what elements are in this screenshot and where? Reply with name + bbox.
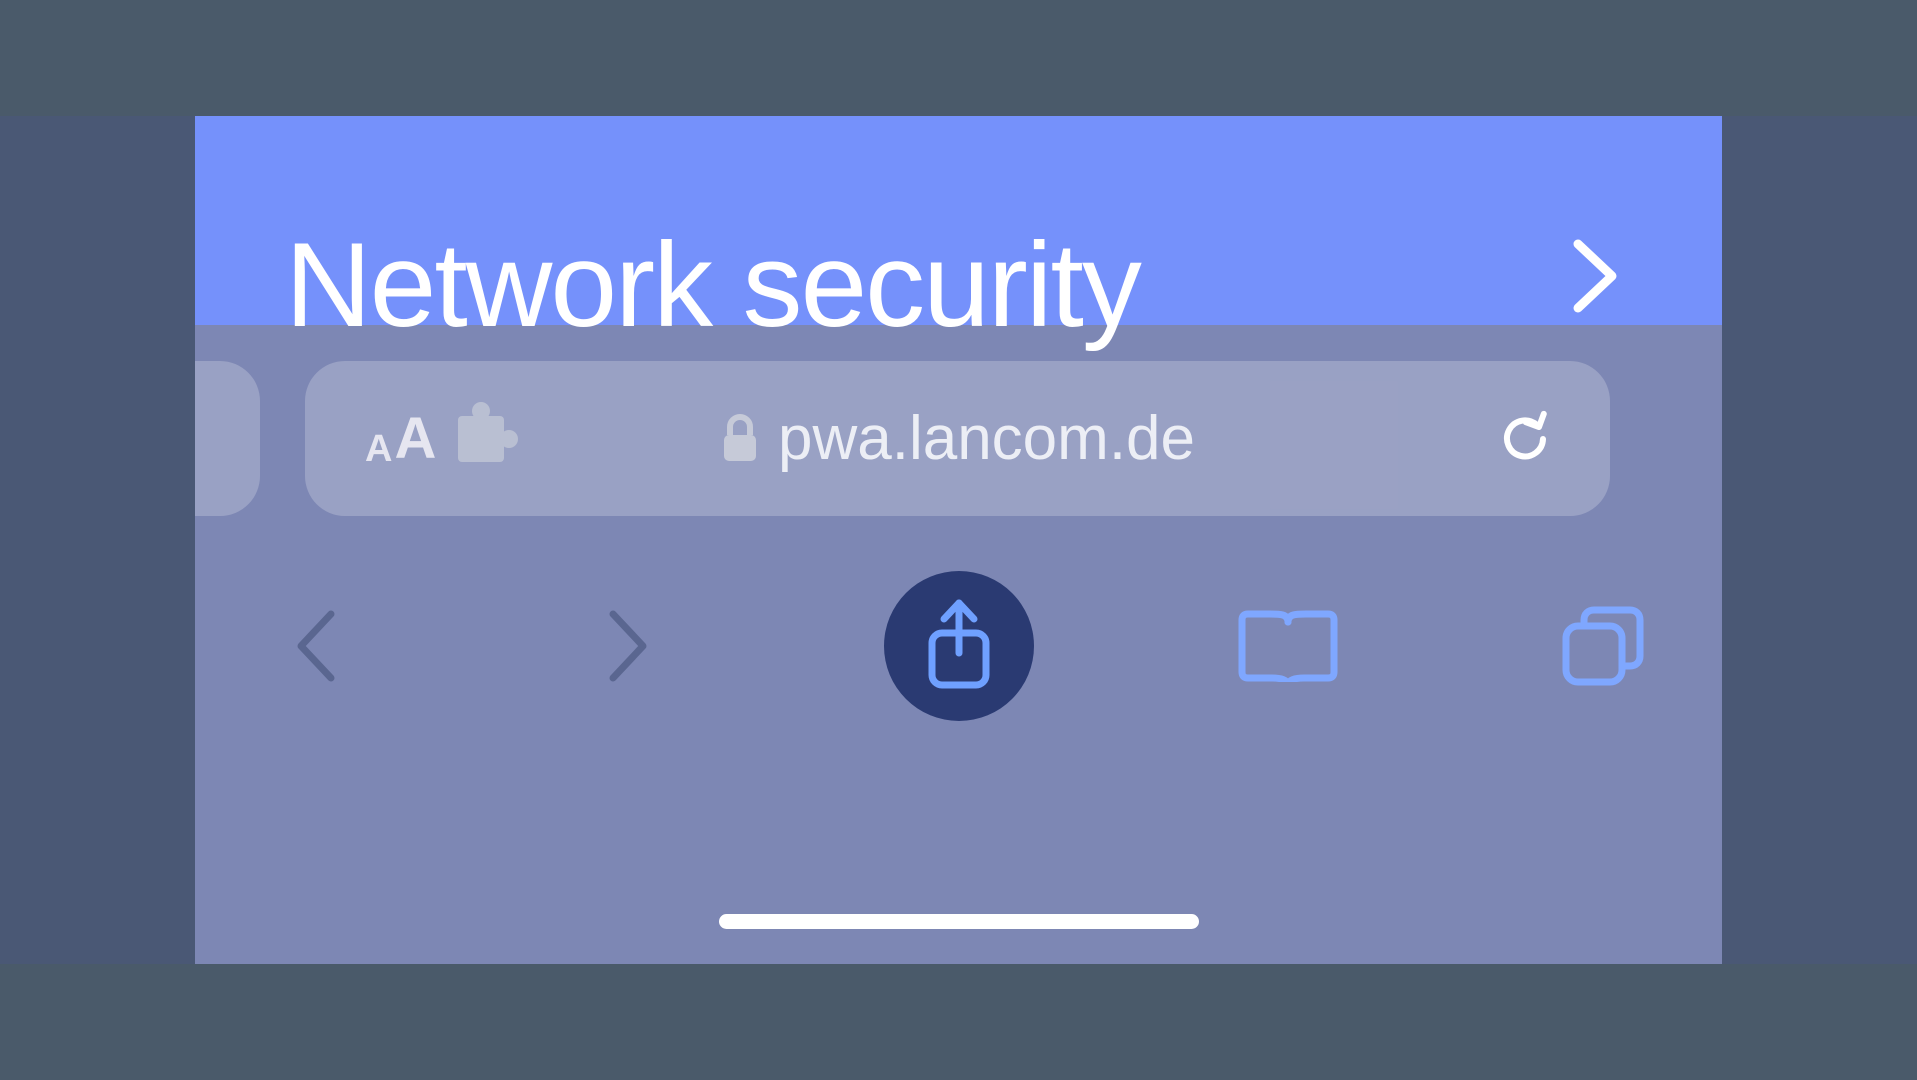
page-heading: Network security — [285, 225, 1140, 345]
safari-viewport: Network security A A pwa.lancom.de — [195, 116, 1722, 964]
tabs-button[interactable] — [1542, 586, 1662, 706]
letterbox-top — [0, 0, 1917, 116]
extension-icon[interactable] — [458, 416, 504, 462]
bottom-toolbar — [195, 546, 1722, 746]
home-indicator[interactable] — [719, 914, 1199, 929]
text-size-button[interactable]: A A — [365, 410, 436, 468]
address-bar-left: A A — [365, 410, 504, 468]
previous-tab-peek[interactable] — [195, 361, 260, 516]
page-banner[interactable]: Network security — [195, 116, 1722, 325]
chevron-right-icon[interactable] — [1570, 236, 1622, 316]
back-button[interactable] — [255, 586, 375, 706]
letterbox-bottom — [0, 964, 1917, 1080]
address-bar-url: pwa.lancom.de — [778, 403, 1195, 474]
text-size-big-a: A — [394, 410, 436, 468]
address-bar[interactable]: A A pwa.lancom.de — [305, 361, 1610, 516]
screenshot-stage: Network security A A pwa.lancom.de — [0, 0, 1917, 1080]
text-size-small-a: A — [365, 430, 392, 468]
share-button[interactable] — [884, 571, 1034, 721]
reload-button[interactable] — [1495, 409, 1555, 469]
forward-button[interactable] — [569, 586, 689, 706]
lock-icon — [720, 413, 760, 465]
bookmarks-button[interactable] — [1228, 586, 1348, 706]
